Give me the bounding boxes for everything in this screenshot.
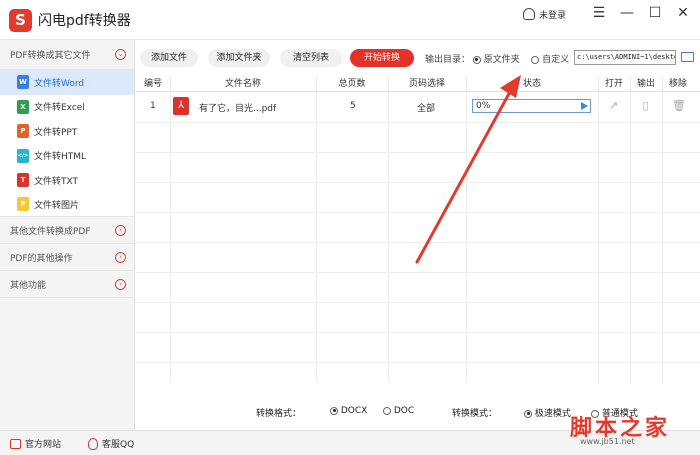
- col-status: 状态: [522, 79, 541, 89]
- open-file-icon[interactable]: ↗: [608, 100, 619, 112]
- sidebar-item-html[interactable]: </> 文件转HTML: [0, 143, 134, 168]
- doc-radio[interactable]: [383, 406, 391, 415]
- output-folder-icon[interactable]: ▯: [640, 100, 651, 112]
- official-website-link[interactable]: 官方网站: [10, 437, 61, 450]
- row-pages: 5: [350, 101, 356, 111]
- add-folder-button[interactable]: 添加文件夹: [208, 49, 270, 67]
- official-website-label: 官方网站: [25, 440, 62, 450]
- doc-label: DOC: [393, 406, 415, 416]
- user-icon: [523, 8, 535, 20]
- original-folder-radio[interactable]: [472, 55, 481, 64]
- fast-mode-label: 极速模式: [534, 409, 571, 419]
- fast-mode-radio[interactable]: [524, 409, 532, 418]
- sidebar-item-label: 文件转Word: [34, 78, 85, 89]
- start-convert-button[interactable]: 开始转换: [350, 49, 414, 67]
- sidebar-group-pdf-operations[interactable]: PDF的其他操作 ›: [0, 244, 134, 271]
- col-output: 输出: [636, 79, 655, 89]
- col-remove: 移除: [668, 79, 687, 89]
- login-status[interactable]: 未登录: [523, 6, 566, 22]
- login-label: 未登录: [539, 10, 567, 21]
- excel-icon: X: [17, 99, 29, 114]
- html-icon: </>: [17, 148, 29, 163]
- sidebar-item-image[interactable]: P 文件转图片: [0, 192, 134, 217]
- sidebar-item-label: 文件转HTML: [34, 152, 87, 163]
- docx-radio[interactable]: [330, 406, 338, 415]
- sidebar-group-other-to-pdf[interactable]: 其他文件转换成PDF ›: [0, 217, 134, 244]
- sidebar-group-pdf-to-other[interactable]: PDF转换成其它文件 ⌄: [0, 40, 134, 70]
- row-filename: 有了它，目光...pdf: [199, 104, 277, 114]
- sidebar-item-label: 文件转TXT: [34, 176, 79, 187]
- folder-icon[interactable]: [681, 52, 694, 62]
- clear-list-button[interactable]: 清空列表: [280, 49, 342, 67]
- qq-icon: [88, 437, 98, 450]
- custom-folder-label: 自定义: [542, 55, 570, 65]
- play-icon[interactable]: [581, 102, 588, 110]
- sidebar-group-label: 其他文件转换成PDF: [10, 226, 91, 237]
- output-dir-options: 输出目录： 原文件夹 自定义: [425, 52, 569, 65]
- expand-icon: ›: [115, 224, 126, 236]
- sidebar-item-label: 文件转PPT: [34, 127, 78, 138]
- docx-label: DOCX: [340, 406, 368, 416]
- app-logo-icon: S: [9, 9, 32, 32]
- menu-button[interactable]: ☰: [590, 4, 608, 22]
- word-icon: W: [17, 75, 29, 90]
- col-filename: 文件名称: [224, 79, 261, 89]
- col-page-range: 页码选择: [408, 79, 445, 89]
- format-label: 转换格式：: [256, 409, 302, 419]
- sidebar-group-label: PDF的其他操作: [10, 253, 73, 264]
- sidebar-group-label: PDF转换成其它文件: [10, 51, 91, 61]
- close-button[interactable]: ✕: [674, 4, 692, 22]
- col-index: 编号: [143, 79, 162, 89]
- txt-icon: T: [17, 173, 29, 188]
- format-doc-option[interactable]: DOC: [383, 406, 414, 416]
- sidebar-item-ppt[interactable]: P 文件转PPT: [0, 119, 134, 144]
- sidebar-item-label: 文件转图片: [34, 200, 80, 211]
- sidebar: PDF转换成其它文件 ⌄ W 文件转Word X 文件转Excel P 文件转P…: [0, 40, 135, 430]
- expand-icon: ›: [115, 278, 126, 290]
- col-open: 打开: [604, 79, 623, 89]
- output-dir-label: 输出目录：: [425, 55, 471, 65]
- toolbar: 添加文件 添加文件夹 清空列表 开始转换 输出目录： 原文件夹 自定义 c:\u…: [136, 44, 700, 72]
- original-folder-label: 原文件夹: [483, 55, 520, 65]
- sidebar-group-label: 其他功能: [10, 280, 47, 291]
- mode-label: 转换模式：: [452, 409, 498, 419]
- trash-icon[interactable]: 🗑: [672, 100, 686, 112]
- ppt-icon: P: [17, 124, 29, 139]
- format-docx-option[interactable]: DOCX: [330, 406, 367, 416]
- minimize-button[interactable]: —: [618, 4, 636, 22]
- collapse-icon: ⌄: [115, 49, 126, 60]
- monitor-icon: [10, 438, 21, 449]
- add-file-button[interactable]: 添加文件: [140, 49, 198, 67]
- sidebar-item-label: 文件转Excel: [34, 103, 85, 114]
- conversion-progress-bar: 0%: [472, 99, 591, 113]
- sidebar-item-excel[interactable]: X 文件转Excel: [0, 94, 134, 119]
- pdf-file-icon: ⅄: [173, 97, 189, 115]
- customer-qq-link[interactable]: 客服QQ: [88, 437, 134, 450]
- sidebar-item-word[interactable]: W 文件转Word: [0, 70, 134, 95]
- output-path-input[interactable]: c:\users\ADMINI~1\desktop: [574, 50, 676, 65]
- mode-fast-option[interactable]: 极速模式: [524, 406, 571, 419]
- title-bar: S 闪电pdf转换器 未登录 ☰ — ☐ ✕: [0, 0, 700, 40]
- file-table: 编号 文件名称 总页数 页码选择 状态 打开 输出 移除 1 ⅄ 有了它，目光.…: [136, 76, 700, 382]
- sidebar-item-txt[interactable]: T 文件转TXT: [0, 168, 134, 193]
- progress-text: 0%: [476, 101, 491, 111]
- maximize-button[interactable]: ☐: [646, 4, 664, 22]
- watermark-url: www.jb51.net: [580, 437, 635, 446]
- row-index: 1: [150, 101, 156, 111]
- custom-folder-radio[interactable]: [531, 55, 540, 64]
- app-title: 闪电pdf转换器: [38, 13, 131, 29]
- table-header: 编号 文件名称 总页数 页码选择 状态 打开 输出 移除: [136, 76, 700, 92]
- col-pages: 总页数: [338, 79, 366, 89]
- row-page-range[interactable]: 全部: [417, 101, 435, 114]
- expand-icon: ›: [115, 251, 126, 263]
- image-icon: P: [17, 197, 29, 212]
- sidebar-group-other-functions[interactable]: 其他功能 ›: [0, 271, 134, 298]
- customer-qq-label: 客服QQ: [102, 440, 135, 450]
